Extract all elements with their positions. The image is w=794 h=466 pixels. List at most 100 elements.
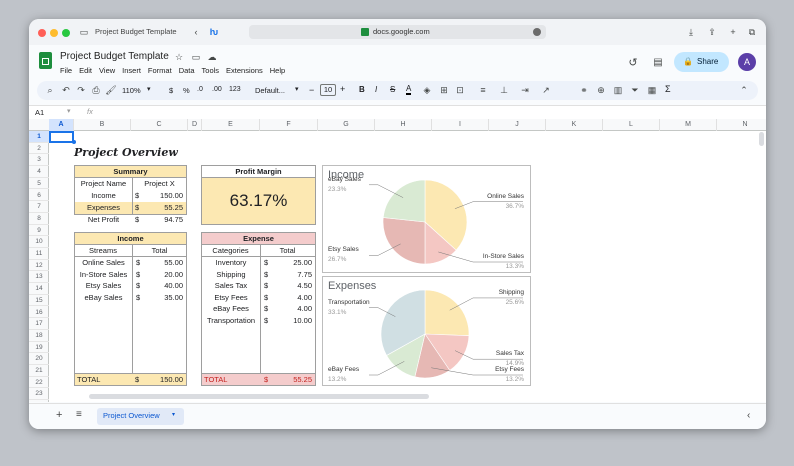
close-window-button[interactable] [38,29,46,37]
tab-title[interactable]: Project Budget Template [95,27,177,36]
extension-icon[interactable]: ƕ [207,25,221,39]
star-icon[interactable]: ☆ [172,50,186,64]
selected-cell[interactable] [49,131,74,143]
menu-view[interactable]: View [99,66,115,75]
column-header-e[interactable]: E [202,119,260,131]
tab-project-overview[interactable]: Project Overview ▾ [97,408,184,425]
back-icon[interactable]: ‹ [189,25,203,39]
borders-icon[interactable]: ⊞ [437,83,451,97]
insert-comment-icon[interactable]: ⊕ [594,83,608,97]
tab-menu-chevron-icon[interactable]: ▾ [172,411,175,418]
sidebar-icon[interactable]: ▭ [77,25,91,39]
share-button[interactable]: 🔒 Share [674,52,729,72]
scroll-tabs-icon[interactable]: ‹ [747,410,750,421]
percent-format-button[interactable]: % [183,86,190,95]
column-header-k[interactable]: K [546,119,603,131]
row-header-2[interactable]: 2 [29,143,49,155]
menu-tools[interactable]: Tools [202,66,220,75]
undo-icon[interactable]: ↶ [59,83,73,97]
avatar[interactable]: A [738,53,756,71]
redo-icon[interactable]: ↷ [74,83,88,97]
zoom-window-button[interactable] [62,29,70,37]
column-header-f[interactable]: F [260,119,318,131]
row-header-17[interactable]: 17 [29,318,49,330]
insert-chart-icon[interactable]: ▥ [611,83,625,97]
menu-data[interactable]: Data [179,66,195,75]
pie-slice-ebay-sales[interactable] [382,179,426,223]
name-box[interactable]: A1 [35,108,44,117]
align-vertical-icon[interactable]: ⊥ [497,83,511,97]
minimize-window-button[interactable] [50,29,58,37]
paint-format-icon[interactable]: 🖌 [104,83,118,97]
column-header-g[interactable]: G [318,119,375,131]
column-header-h[interactable]: H [375,119,432,131]
doc-title[interactable]: Project Budget Template [60,51,169,62]
page-menu-icon[interactable] [533,28,541,36]
column-header-n[interactable]: N [717,119,766,131]
row-header-8[interactable]: 8 [29,213,49,225]
share-page-icon[interactable]: ⇪ [705,25,719,39]
row-header-10[interactable]: 10 [29,236,49,248]
text-rotation-icon[interactable]: ↗ [539,83,553,97]
history-icon[interactable]: ↺ [626,56,640,70]
functions-button[interactable]: Σ [665,84,671,94]
strikethrough-button[interactable]: S [390,85,395,94]
column-header-j[interactable]: J [489,119,546,131]
row-header-3[interactable]: 3 [29,154,49,167]
italic-button[interactable]: I [375,85,377,94]
column-header-c[interactable]: C [131,119,188,131]
column-header-i[interactable]: I [432,119,489,131]
row-header-9[interactable]: 9 [29,225,49,237]
row-header-14[interactable]: 14 [29,283,49,295]
search-menus-icon[interactable]: ⌕ [43,83,57,97]
address-bar[interactable]: docs.google.com [249,25,546,39]
print-icon[interactable]: ⎙ [89,83,103,97]
sheets-logo-icon[interactable] [39,52,52,69]
column-header-d[interactable]: D [188,119,202,131]
text-color-button[interactable]: A [406,84,412,95]
row-header-1[interactable]: 1 [29,131,49,143]
summary-table[interactable]: Summary Project Name Project X Income $150.… [74,165,187,224]
filter-views-icon[interactable]: ▦ [645,83,659,97]
row-header-6[interactable]: 6 [29,190,49,202]
currency-format-button[interactable]: $ [169,86,173,95]
font-size-decrease-button[interactable]: − [309,85,314,95]
menu-insert[interactable]: Insert [122,66,141,75]
tabs-overview-icon[interactable]: ⧉ [745,25,759,39]
insert-link-icon[interactable]: ⚭ [577,83,591,97]
pie-slice-shipping[interactable] [424,289,470,336]
vertical-scrollbar[interactable] [759,132,764,146]
menu-help[interactable]: Help [270,66,285,75]
increase-decimal-button[interactable]: .00 [212,86,222,93]
merge-cells-icon[interactable]: ⊡ [453,83,467,97]
text-wrap-icon[interactable]: ⇥ [518,83,532,97]
expense-table[interactable]: Expense Categories Total Inventory $25.00… [201,232,316,386]
font-size-increase-button[interactable]: + [340,84,345,94]
row-header-23[interactable]: 23 [29,388,49,401]
menu-format[interactable]: Format [148,66,172,75]
row-header-12[interactable]: 12 [29,260,49,272]
column-header-b[interactable]: B [74,119,131,131]
comment-icon[interactable]: ▤ [651,56,665,70]
profit-margin-box[interactable]: Profit Margin 63.17% [201,165,316,225]
row-header-5[interactable]: 5 [29,178,49,190]
bold-button[interactable]: B [359,85,365,94]
row-header-13[interactable]: 13 [29,271,49,284]
row-header-21[interactable]: 21 [29,365,49,377]
column-header-l[interactable]: L [603,119,660,131]
row-header-19[interactable]: 19 [29,342,49,354]
sheet-title[interactable]: Project Overview [74,146,178,159]
zoom-select[interactable]: 110% [122,86,141,95]
formula-input[interactable] [104,108,754,118]
all-sheets-button[interactable]: ≡ [76,409,82,420]
new-tab-icon[interactable]: + [726,25,740,39]
row-header-20[interactable]: 20 [29,353,49,365]
filter-icon[interactable]: ⏷ [628,83,642,97]
row-header-16[interactable]: 16 [29,307,49,319]
menu-extensions[interactable]: Extensions [226,66,263,75]
font-size-input[interactable]: 10 [320,84,336,96]
align-horizontal-icon[interactable]: ≡ [476,83,490,97]
row-header-18[interactable]: 18 [29,330,49,342]
collapse-toolbar-icon[interactable]: ⌃ [737,83,751,97]
column-header-m[interactable]: M [660,119,717,131]
